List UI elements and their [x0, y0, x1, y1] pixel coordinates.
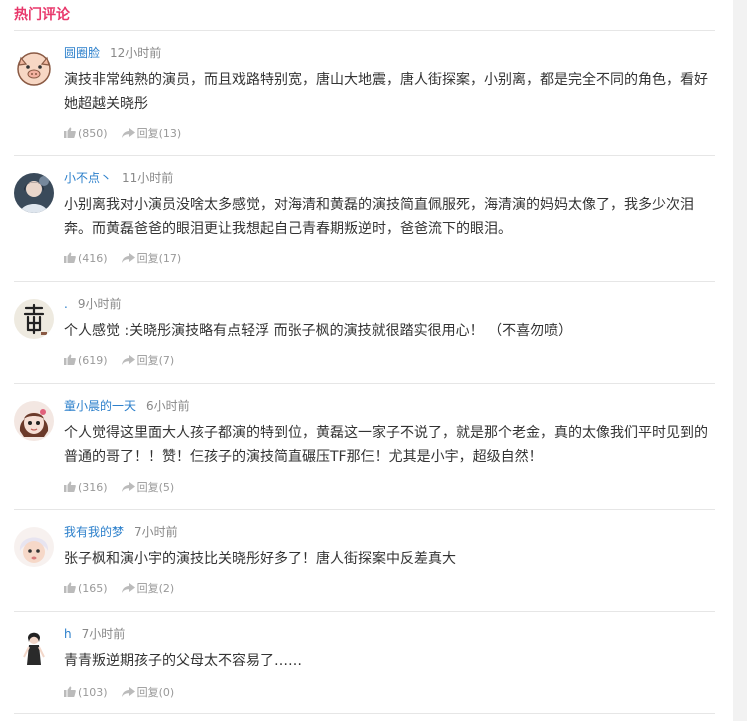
thumbs-up-icon	[64, 252, 76, 263]
reply-label: 回复	[136, 354, 159, 367]
timestamp: 12小时前	[110, 46, 162, 60]
like-count: (416)	[78, 252, 108, 265]
username[interactable]: 小不点丶	[64, 171, 112, 185]
thumbs-up-icon	[64, 481, 76, 492]
thumbs-up-icon	[64, 354, 76, 365]
like-count: (316)	[78, 481, 108, 494]
comment-actions: (619) 回复(7)	[64, 352, 188, 368]
comment-text: 演技非常纯熟的演员，而且戏路特别宽，唐山大地震，唐人街探案，小别离，都是完全不同…	[64, 72, 708, 112]
timestamp: 6小时前	[146, 399, 190, 413]
reply-label: 回复	[136, 686, 159, 699]
thumbs-up-icon	[64, 686, 76, 697]
baby-avatar-icon	[14, 527, 54, 567]
comment-item: 小不点丶 11小时前 小别离我对小演员没啥太多感觉，对海清和黄磊的演技简直佩服死，…	[14, 156, 715, 282]
avatar[interactable]	[14, 299, 54, 339]
like-button[interactable]: (103)	[64, 686, 108, 699]
reply-button[interactable]: 回复(2)	[121, 580, 175, 596]
like-count: (850)	[78, 127, 108, 140]
hot-comments-panel: 热门评论 圆圈脸 12小时前 演技非常纯熟的演员，而且戏路特别宽，唐山大地震，唐人…	[14, 0, 715, 714]
thumbs-up-icon	[64, 127, 76, 138]
reply-arrow-icon	[121, 482, 135, 492]
reply-button[interactable]: 回复(17)	[121, 250, 182, 266]
reply-label: 回复	[136, 252, 159, 265]
comment-actions: (165) 回复(2)	[64, 580, 188, 596]
reply-arrow-icon	[121, 583, 135, 593]
comment-text: 个人觉得这里面大人孩子都演的特到位，黄磊这一家子不说了，就是那个老金，真的太像我…	[64, 425, 708, 465]
doll-avatar-icon	[14, 401, 54, 441]
comment-item: 圆圈脸 12小时前 演技非常纯熟的演员，而且戏路特别宽，唐山大地震，唐人街探案，小…	[14, 31, 715, 156]
comment-item: 童小晨的一天 6小时前 个人觉得这里面大人孩子都演的特到位，黄磊这一家子不说了，就…	[14, 384, 715, 510]
reply-label: 回复	[136, 582, 159, 595]
reply-arrow-icon	[121, 128, 135, 138]
reply-button[interactable]: 回复(13)	[121, 125, 182, 141]
like-count: (619)	[78, 354, 108, 367]
comment-item: h 7小时前 青青叛逆期孩子的父母太不容易了…… (103) 回复(0)	[14, 612, 715, 714]
comment-text: 个人感觉 :关晓彤演技略有点轻浮 而张子枫的演技就很踏实很用心！ （不喜勿喷）	[64, 323, 573, 339]
avatar[interactable]	[14, 629, 54, 669]
calligraphy-avatar-icon	[14, 299, 54, 339]
reply-button[interactable]: 回复(7)	[121, 352, 175, 368]
like-button[interactable]: (416)	[64, 252, 108, 265]
reply-button[interactable]: 回复(0)	[121, 684, 175, 700]
timestamp: 7小时前	[81, 627, 126, 641]
like-count: (165)	[78, 582, 108, 595]
figure-avatar-icon	[14, 629, 54, 669]
timestamp: 7小时前	[134, 525, 178, 539]
reply-label: 回复	[136, 481, 159, 494]
reply-count: (7)	[158, 354, 175, 367]
reply-arrow-icon	[121, 355, 135, 365]
reply-count: (17)	[158, 252, 182, 265]
username[interactable]: 圆圈脸	[64, 46, 100, 60]
avatar[interactable]	[14, 48, 54, 88]
timestamp: 11小时前	[122, 171, 174, 185]
timestamp: 9小时前	[77, 297, 122, 311]
girl-avatar-icon	[14, 173, 54, 213]
comment-actions: (316) 回复(5)	[64, 479, 188, 495]
comment-text: 张子枫和演小宇的演技比关晓彤好多了！唐人街探案中反差真大	[64, 551, 456, 567]
like-count: (103)	[78, 686, 108, 699]
reply-button[interactable]: 回复(5)	[121, 479, 175, 495]
reply-count: (13)	[158, 127, 182, 140]
reply-count: (0)	[158, 686, 175, 699]
comment-text: 青青叛逆期孩子的父母太不容易了……	[64, 653, 302, 669]
username[interactable]: 童小晨的一天	[64, 399, 136, 413]
avatar[interactable]	[14, 527, 54, 567]
like-button[interactable]: (850)	[64, 127, 108, 140]
avatar[interactable]	[14, 173, 54, 213]
comment-item: 我有我的梦 7小时前 张子枫和演小宇的演技比关晓彤好多了！唐人街探案中反差真大 (…	[14, 510, 715, 612]
reply-arrow-icon	[121, 253, 135, 263]
avatar[interactable]	[14, 401, 54, 441]
comment-actions: (416) 回复(17)	[64, 250, 195, 266]
like-button[interactable]: (316)	[64, 481, 108, 494]
section-title: 热门评论	[14, 0, 715, 31]
like-button[interactable]: (619)	[64, 354, 108, 367]
comment-actions: (103) 回复(0)	[64, 684, 188, 700]
reply-count: (2)	[158, 582, 175, 595]
comment-actions: (850) 回复(13)	[64, 125, 195, 141]
reply-arrow-icon	[121, 687, 135, 697]
username[interactable]: 我有我的梦	[64, 525, 124, 539]
thumbs-up-icon	[64, 582, 76, 593]
reply-count: (5)	[158, 481, 175, 494]
reply-label: 回复	[136, 127, 159, 140]
comment-text: 小别离我对小演员没啥太多感觉，对海清和黄磊的演技简直佩服死，海清演的妈妈太像了，…	[64, 197, 694, 237]
username[interactable]: .	[64, 297, 68, 311]
comment-item: . 9小时前 个人感觉 :关晓彤演技略有点轻浮 而张子枫的演技就很踏实很用心！ （…	[14, 282, 715, 384]
pig-avatar-icon	[14, 48, 54, 88]
scrollbar-track[interactable]	[733, 0, 747, 721]
like-button[interactable]: (165)	[64, 582, 108, 595]
username[interactable]: h	[64, 627, 72, 641]
